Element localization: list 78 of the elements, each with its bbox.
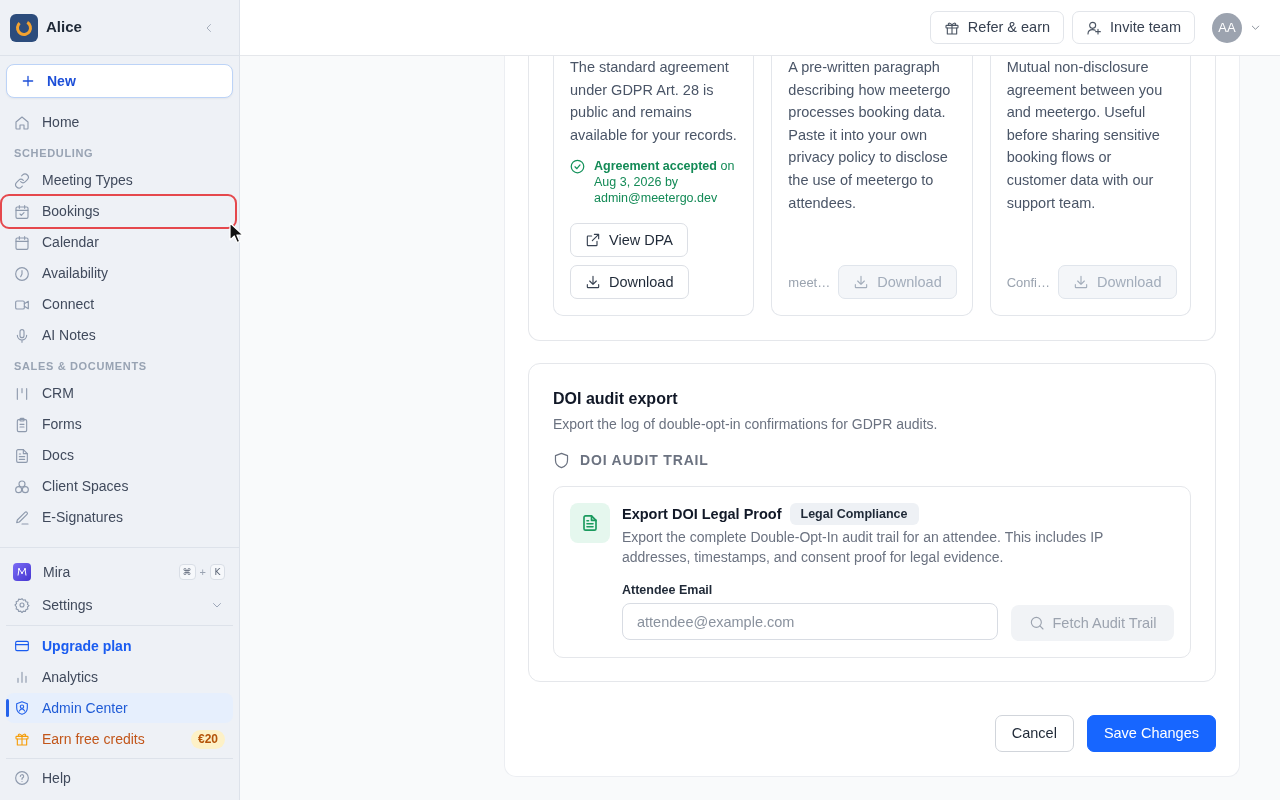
sidebar-item[interactable]: AI Notes [6,320,233,351]
microphone-icon [14,327,30,344]
sidebar-item[interactable]: Home [6,107,233,138]
check-circle-icon [570,159,585,175]
new-button[interactable]: New [6,64,233,98]
clock-icon [14,265,30,282]
chevron-down-icon[interactable] [1250,22,1261,33]
keyboard-key: ⌘ [178,564,196,580]
credit-badge: €20 [190,729,225,749]
sidebar-item[interactable]: Forms [6,409,233,440]
invite-button[interactable]: Invite team [1072,11,1195,44]
card-description: A pre-written paragraph describing how meetergo processes booking data. Paste it into your own privacy policy to disclose the use of meetergo to attendees. [788,58,952,213]
section-subtitle: Export the log of double-opt-in confirmations for GDPR audits. [553,415,939,435]
link-icon [14,172,30,189]
workspace-name: Alice [46,17,82,38]
document-icon [14,447,30,464]
calendar-check-icon [14,203,30,220]
sidebar-item[interactable]: Docs [6,440,233,471]
field-label: Attendee Email [622,582,714,600]
sidebar-item[interactable]: Calendar [6,227,233,258]
add-user-icon [1086,19,1103,36]
card-description: The standard agreement under GDPR Art. 28 is public and remains available for your records. [570,58,738,145]
gift-icon [14,731,30,747]
download-button[interactable]: Download [570,265,689,300]
download-icon [1073,274,1089,291]
sidebar-item[interactable]: Earn free credits [6,724,191,754]
export-title: Export DOI Legal Proof [622,504,782,524]
workspace-logo-icon [10,13,38,42]
email-input[interactable]: attendee@example.com [622,603,998,641]
home-icon [14,114,30,131]
category-tag: Legal Compliance [789,503,919,526]
sidebar-item[interactable]: Meeting Types [6,165,233,196]
sidebar-item[interactable]: Upgrade plan [6,631,233,661]
help-icon [14,770,30,786]
status-text: Agreement accepted on Aug 3, 2026 by admin@meetergo.dev [594,158,736,207]
circles-icon [14,478,30,495]
pen-icon [14,509,30,526]
bar-chart-icon [14,669,30,685]
sidebar-item[interactable]: Mira [6,556,179,588]
cancel-button[interactable]: Cancel [994,715,1074,753]
view-button[interactable]: View DPA [570,223,688,258]
assistant-logo-icon [13,563,31,581]
cursor-icon [229,222,244,244]
sidebar-item[interactable]: Help [6,763,233,793]
shield-user-icon [14,700,30,716]
file-name: meet… [788,273,831,292]
file-name: Confi… [1006,273,1050,292]
keyboard-key: K [210,564,225,580]
shield-icon [553,450,570,470]
section-label: SCHEDULING [13,146,95,161]
download-icon [853,274,870,291]
sidebar-item[interactable]: Client Spaces [6,471,233,502]
sidebar-item[interactable]: Admin Center [6,693,233,723]
export-description: Export the complete Double-Opt-In audit trail for an attendee. This includes IP addresses, timestamps, and consent proof for legal evidence. [622,528,1105,568]
section-label: SALES & DOCUMENTS [13,359,148,374]
card-description: Mutual non-disclosure agreement between you and meetergo. Useful before sharing sensitive booking flows or customer data with our support team. [1006,58,1164,213]
download-icon [585,274,601,291]
sidebar-item[interactable]: Bookings [0,194,237,229]
columns-icon [14,385,30,402]
refer-button[interactable]: Refer & earn [929,11,1065,44]
plus-icon [21,74,35,88]
sidebar-item[interactable]: E-Signatures [6,502,233,533]
settings-icon [14,597,30,613]
sidebar-item[interactable]: Connect [6,289,233,320]
shortcut-plus: + [199,564,206,580]
sidebar-item[interactable]: Analytics [6,662,233,692]
group-label: DOI AUDIT TRAIL [580,450,709,470]
credit-card-icon [14,638,30,654]
external-link-icon [585,232,601,249]
sidebar-item[interactable]: Availability [6,258,233,289]
calendar-icon [14,234,30,251]
document-icon [570,503,610,544]
search-icon [1028,615,1045,632]
section-title: DOI audit export [553,389,679,410]
sidebar-item[interactable]: Settings [6,589,233,621]
clipboard-icon [14,416,30,433]
sidebar-item[interactable]: CRM [6,378,233,409]
save-button[interactable]: Save Changes [1086,715,1216,753]
